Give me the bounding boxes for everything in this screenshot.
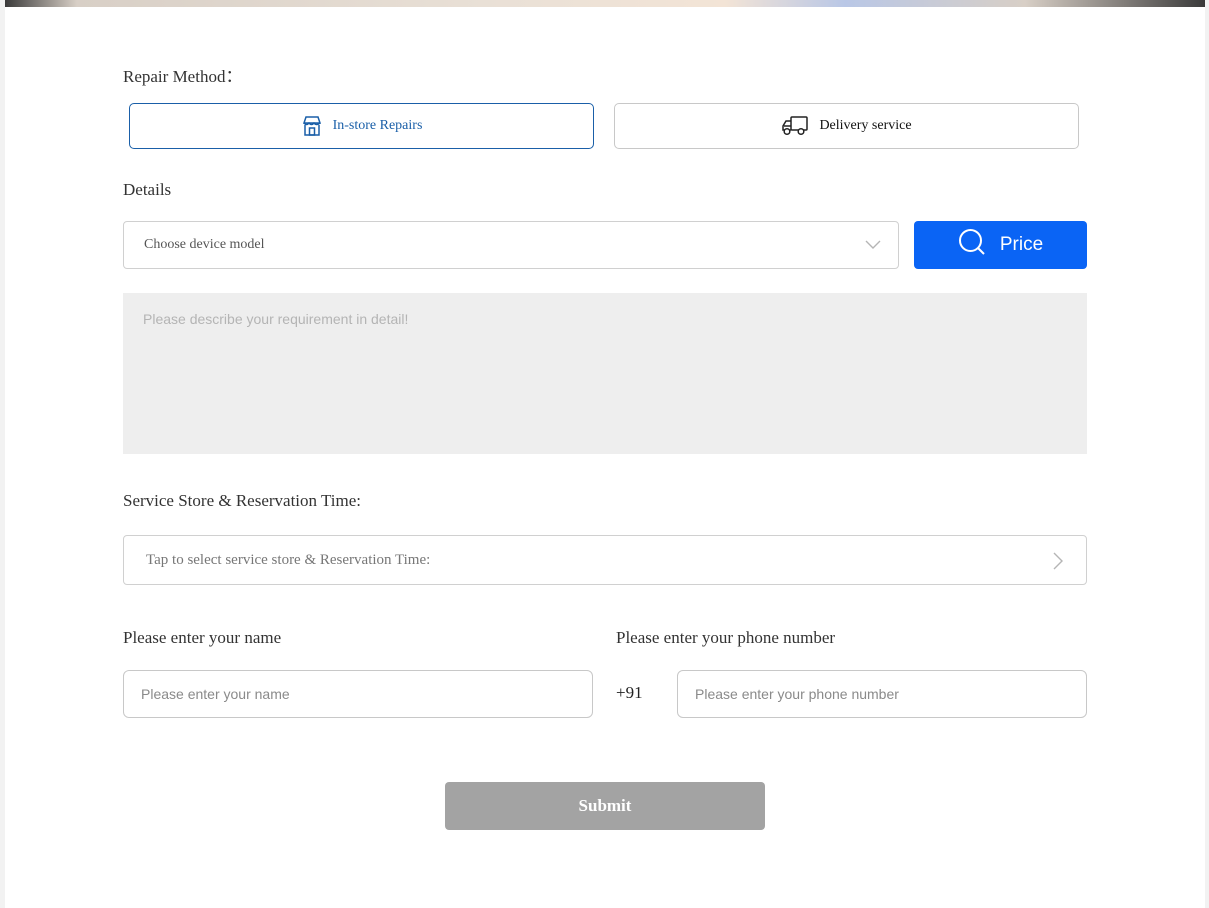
delivery-service-label: Delivery service xyxy=(819,118,912,133)
truck-icon xyxy=(781,115,809,137)
details-label: Details xyxy=(123,180,172,199)
phone-label: Please enter your phone number xyxy=(616,628,836,647)
repair-form-panel: Repair Method： In-store Repairs Delivery… xyxy=(5,7,1205,908)
device-model-select[interactable]: Choose device model xyxy=(123,221,899,269)
repair-method-label: Repair Method： xyxy=(123,67,243,86)
phone-input[interactable] xyxy=(677,670,1087,718)
in-store-repairs-label: In-store Repairs xyxy=(332,118,423,133)
service-store-placeholder: Tap to select service store & Reservatio… xyxy=(146,551,431,568)
name-label: Please enter your name xyxy=(123,628,282,647)
delivery-service-button[interactable]: Delivery service xyxy=(614,103,1079,149)
service-store-label: Service Store & Reservation Time: xyxy=(123,491,361,510)
chevron-down-icon xyxy=(864,237,882,256)
device-model-placeholder: Choose device model xyxy=(144,237,265,252)
price-button-label: Price xyxy=(999,234,1044,255)
store-icon xyxy=(301,115,323,137)
chevron-right-icon xyxy=(1052,551,1064,576)
price-button[interactable]: Price xyxy=(914,221,1087,269)
country-code: +91 xyxy=(616,683,643,702)
in-store-repairs-button[interactable]: In-store Repairs xyxy=(129,103,594,149)
name-input[interactable] xyxy=(123,670,593,718)
requirement-description-textarea[interactable] xyxy=(123,293,1087,454)
service-store-select[interactable]: Tap to select service store & Reservatio… xyxy=(123,535,1087,585)
submit-button[interactable]: Submit xyxy=(445,782,765,830)
top-banner-image xyxy=(5,0,1205,7)
search-icon xyxy=(958,228,986,262)
